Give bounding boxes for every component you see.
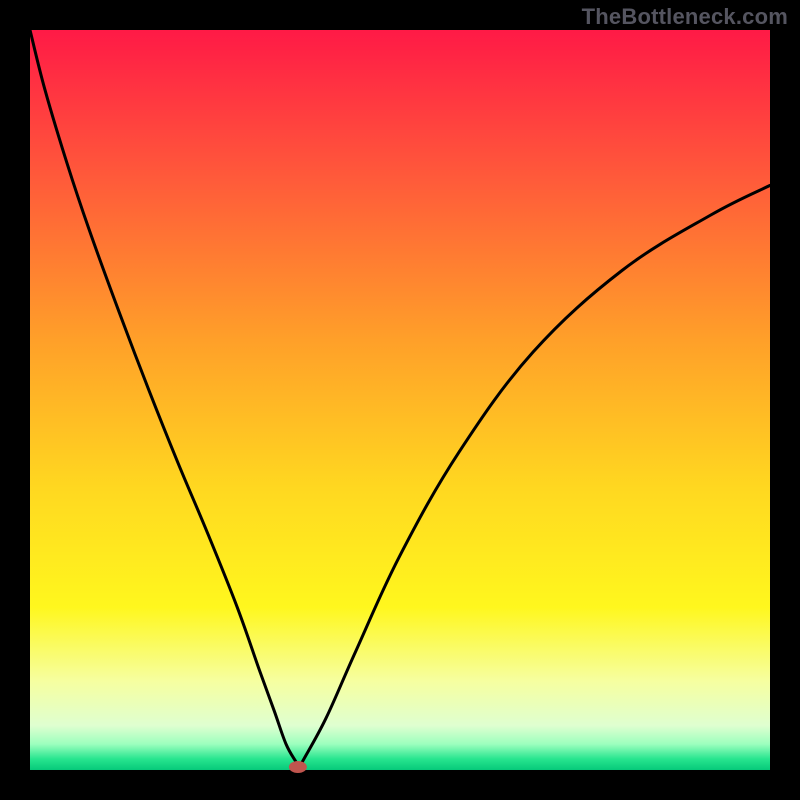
- watermark-text: TheBottleneck.com: [582, 4, 788, 30]
- chart-stage: TheBottleneck.com: [0, 0, 800, 800]
- plot-background: [30, 30, 770, 770]
- optimum-marker: [289, 761, 307, 773]
- bottleneck-chart: [0, 0, 800, 800]
